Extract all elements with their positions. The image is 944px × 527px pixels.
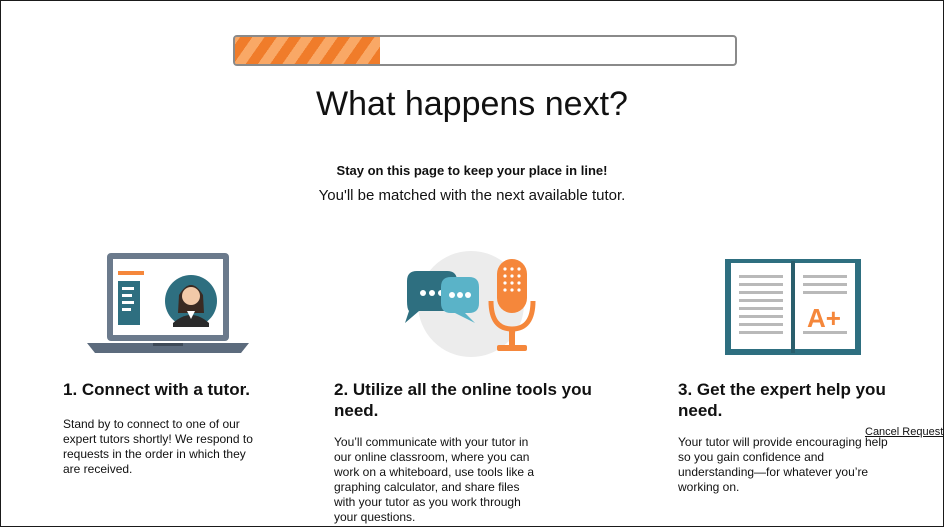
step-3-title: 3. Get the expert help you need. <box>678 380 886 420</box>
queue-instruction: Stay on this page to keep your place in … <box>336 163 608 178</box>
svg-text:A+: A+ <box>807 303 841 333</box>
step-3-description: Your tutor will provide encouraging help… <box>678 435 888 494</box>
queue-message: You'll be matched with the next availabl… <box>318 187 626 204</box>
progress-bar <box>233 35 737 66</box>
step-1-title: 1. Connect with a tutor. <box>63 380 251 399</box>
page-title: What happens next? <box>316 85 628 123</box>
laptop-tutor-icon <box>87 253 249 353</box>
step-1-description: Stand by to connect to one of our expert… <box>63 417 253 476</box>
open-book-grade-icon: A+ <box>725 259 861 355</box>
page-frame: What happens next? Stay on this page to … <box>0 0 944 527</box>
chat-microphone-icon <box>405 251 536 357</box>
step-2-title: 2. Utilize all the online tools you need… <box>334 380 592 420</box>
cancel-request-link[interactable]: Cancel Request <box>865 426 943 438</box>
progress-bar-fill <box>235 37 380 64</box>
step-2-description: You’ll communicate with your tutor in ou… <box>334 435 535 524</box>
